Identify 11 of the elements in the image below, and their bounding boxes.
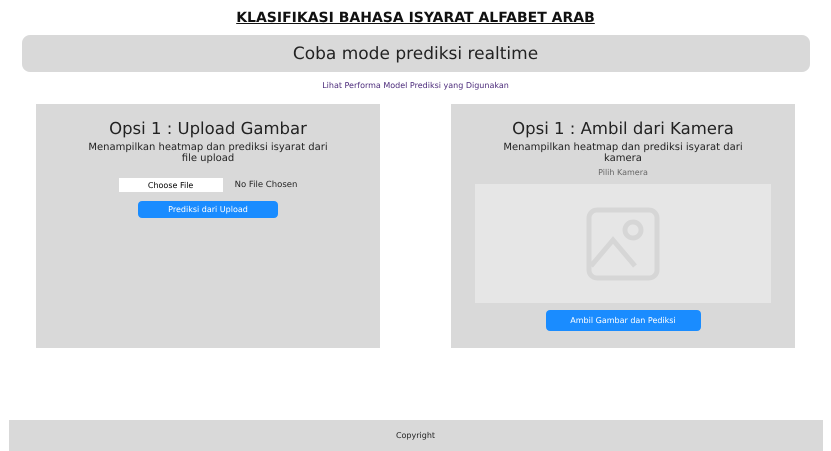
realtime-mode-button[interactable]: Coba mode prediksi realtime xyxy=(22,35,810,72)
panel-title: Opsi 1 : Upload Gambar xyxy=(109,119,307,138)
panel-description: Menampilkan heatmap dan prediksi isyarat dari kamera xyxy=(502,142,744,164)
file-status: No File Chosen xyxy=(234,180,298,190)
camera-label: Pilih Kamera xyxy=(598,168,648,177)
panel-description: Menampilkan heatmap dan prediksi isyarat dari file upload xyxy=(87,142,329,164)
page-title: KLASIFIKASI BAHASA ISYARAT ALFABET ARAB xyxy=(236,10,595,26)
choose-file-button[interactable]: Choose File xyxy=(118,178,223,192)
panel-title: Opsi 1 : Ambil dari Kamera xyxy=(512,119,734,138)
model-performance-link[interactable]: Lihat Performa Model Prediksi yang Digunakan xyxy=(322,81,509,90)
copyright-text: Copyright xyxy=(396,431,436,440)
